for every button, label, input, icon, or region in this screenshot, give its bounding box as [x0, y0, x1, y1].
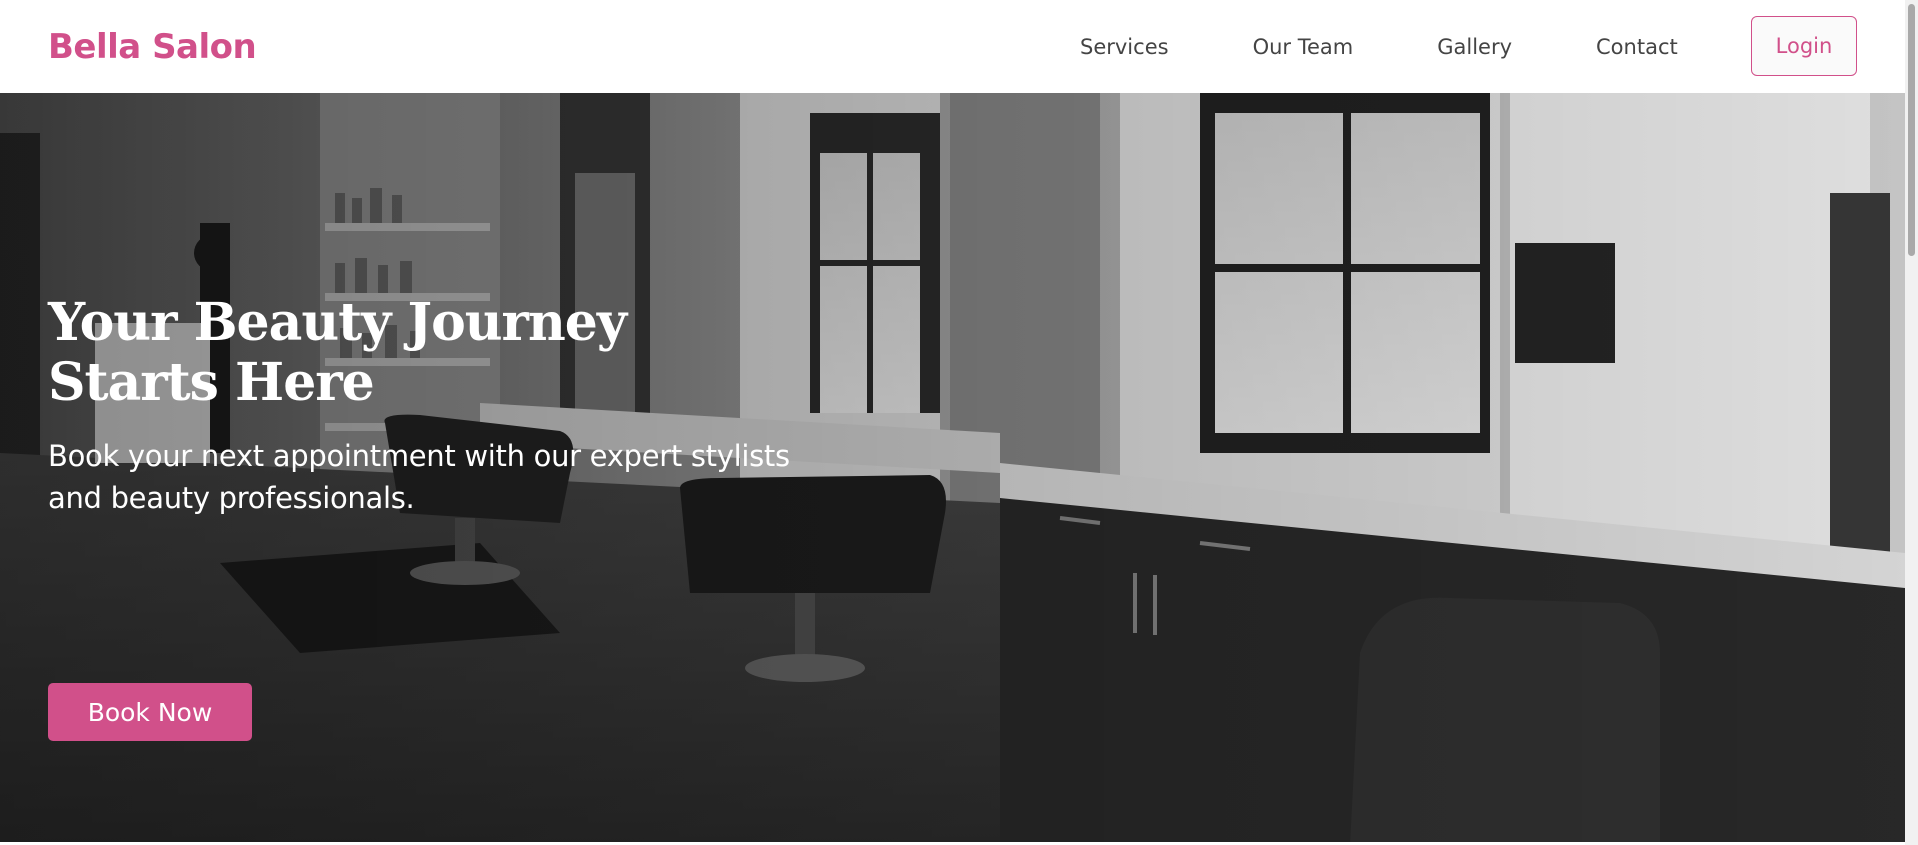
hero-section: Your Beauty Journey Starts Here Book you…: [0, 93, 1905, 845]
site-header: Bella Salon Services Our Team Gallery Co…: [0, 0, 1905, 93]
login-button[interactable]: Login: [1751, 16, 1857, 76]
nav-contact[interactable]: Contact: [1596, 35, 1678, 59]
nav-our-team[interactable]: Our Team: [1253, 35, 1354, 59]
hero-content: Your Beauty Journey Starts Here Book you…: [48, 292, 848, 741]
hero-title: Your Beauty Journey Starts Here: [48, 292, 627, 413]
nav-gallery[interactable]: Gallery: [1437, 35, 1512, 59]
book-now-button[interactable]: Book Now: [48, 683, 252, 741]
main-nav: Services Our Team Gallery Contact: [1080, 0, 1678, 93]
page-scrollbar[interactable]: [1905, 0, 1918, 845]
hero-subtitle: Book your next appointment with our expe…: [48, 439, 790, 515]
scrollbar-thumb[interactable]: [1908, 4, 1915, 256]
nav-services[interactable]: Services: [1080, 35, 1169, 59]
brand-logo[interactable]: Bella Salon: [48, 27, 257, 67]
